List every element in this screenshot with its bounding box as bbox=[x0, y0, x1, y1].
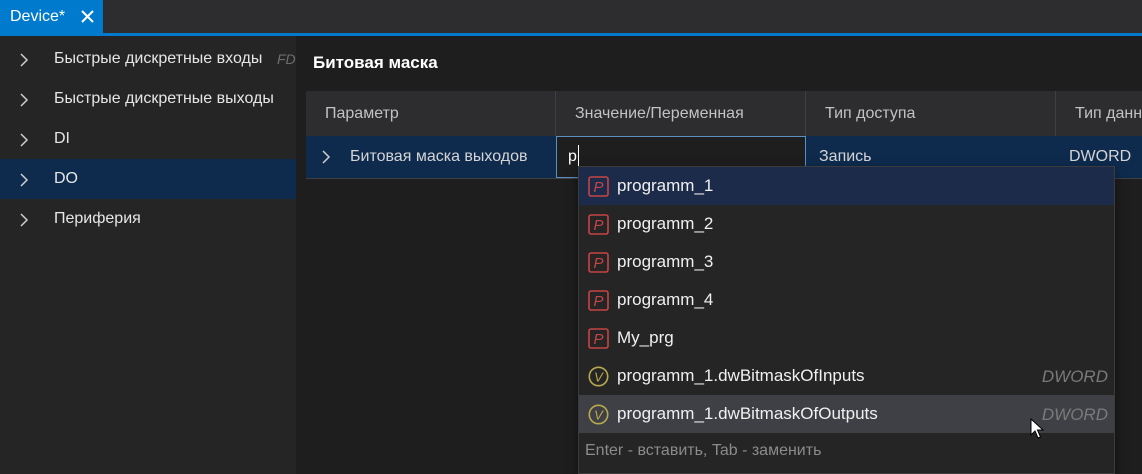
column-header-data-type[interactable]: Тип данн bbox=[1056, 91, 1142, 136]
autocomplete-item[interactable]: P programm_2 bbox=[579, 205, 1114, 243]
program-icon: P bbox=[588, 252, 609, 273]
column-header-value[interactable]: Значение/Переменная bbox=[556, 91, 806, 136]
autocomplete-item-label: programm_1.dwBitmaskOfInputs bbox=[617, 366, 865, 385]
sidebar-item-label: DI bbox=[54, 130, 70, 147]
sidebar-item-fast-discrete-inputs[interactable]: Быстрые дискретные входы FD bbox=[0, 39, 296, 79]
variable-icon-glyph: V bbox=[594, 370, 604, 385]
chevron-right-icon[interactable] bbox=[19, 213, 29, 227]
chevron-right-icon[interactable] bbox=[19, 93, 29, 107]
grid-header: Параметр Значение/Переменная Тип доступа… bbox=[306, 91, 1142, 136]
autocomplete-item-label: programm_4 bbox=[617, 290, 714, 309]
autocomplete-item[interactable]: P programm_3 bbox=[579, 243, 1114, 281]
sidebar-item-label: Периферия bbox=[54, 210, 141, 227]
sidebar-item-label: Быстрые дискретные выходы bbox=[54, 90, 274, 107]
chevron-right-icon[interactable] bbox=[321, 150, 331, 164]
column-header-access-type[interactable]: Тип доступа bbox=[806, 91, 1056, 136]
sidebar-item-do[interactable]: DO bbox=[0, 159, 296, 199]
program-icon-glyph: P bbox=[593, 217, 603, 234]
autocomplete-item-label: programm_2 bbox=[617, 214, 714, 233]
column-header-parameter[interactable]: Параметр bbox=[306, 91, 556, 136]
chevron-right-icon[interactable] bbox=[19, 173, 29, 187]
tab-title: Device* bbox=[10, 7, 66, 25]
program-icon-glyph: P bbox=[593, 293, 603, 310]
sidebar: Быстрые дискретные входы FD Быстрые диск… bbox=[0, 36, 296, 474]
autocomplete-item[interactable]: P programm_4 bbox=[579, 281, 1114, 319]
splitter[interactable] bbox=[296, 36, 306, 474]
sidebar-item-label: DO bbox=[54, 170, 78, 187]
autocomplete-item-type: DWORD bbox=[1041, 405, 1108, 424]
autocomplete-item-label: programm_1 bbox=[617, 176, 714, 195]
section-title: Битовая маска bbox=[313, 53, 438, 72]
autocomplete-item[interactable]: P My_prg bbox=[579, 319, 1114, 357]
program-icon-glyph: P bbox=[593, 179, 603, 196]
program-icon: P bbox=[588, 290, 609, 311]
sidebar-item-label: Быстрые дискретные входы bbox=[54, 50, 263, 67]
autocomplete-item-type: DWORD bbox=[1041, 367, 1108, 386]
variable-icon: V bbox=[588, 366, 609, 387]
sidebar-item-fast-discrete-outputs[interactable]: Быстрые дискретные выходы bbox=[0, 79, 296, 119]
sidebar-item-suffix: FD bbox=[277, 51, 296, 67]
tab-bar: Device* bbox=[0, 0, 1142, 33]
mouse-pointer-icon bbox=[1030, 418, 1044, 439]
autocomplete-hint: Enter - вставить, Tab - заменить bbox=[585, 442, 822, 459]
variable-icon: V bbox=[588, 404, 609, 425]
autocomplete-item-label: programm_3 bbox=[617, 252, 714, 271]
cell-parameter: Битовая маска выходов bbox=[350, 148, 528, 165]
program-icon: P bbox=[588, 214, 609, 235]
autocomplete-item[interactable]: P programm_1 bbox=[579, 167, 1114, 205]
program-icon-glyph: P bbox=[593, 255, 603, 272]
program-icon: P bbox=[588, 176, 609, 197]
program-icon: P bbox=[588, 328, 609, 349]
chevron-right-icon[interactable] bbox=[19, 53, 29, 67]
sidebar-item-periphery[interactable]: Периферия bbox=[0, 199, 296, 239]
autocomplete-item[interactable]: V programm_1.dwBitmaskOfInputs DWORD bbox=[579, 357, 1114, 395]
tab-device[interactable]: Device* bbox=[0, 0, 103, 33]
variable-icon-glyph: V bbox=[594, 408, 604, 423]
sidebar-item-di[interactable]: DI bbox=[0, 119, 296, 159]
program-icon-glyph: P bbox=[593, 331, 603, 348]
close-icon[interactable] bbox=[79, 8, 96, 25]
autocomplete-item-label: programm_1.dwBitmaskOfOutputs bbox=[617, 404, 878, 423]
autocomplete-item-label: My_prg bbox=[617, 328, 674, 347]
chevron-right-icon[interactable] bbox=[19, 133, 29, 147]
